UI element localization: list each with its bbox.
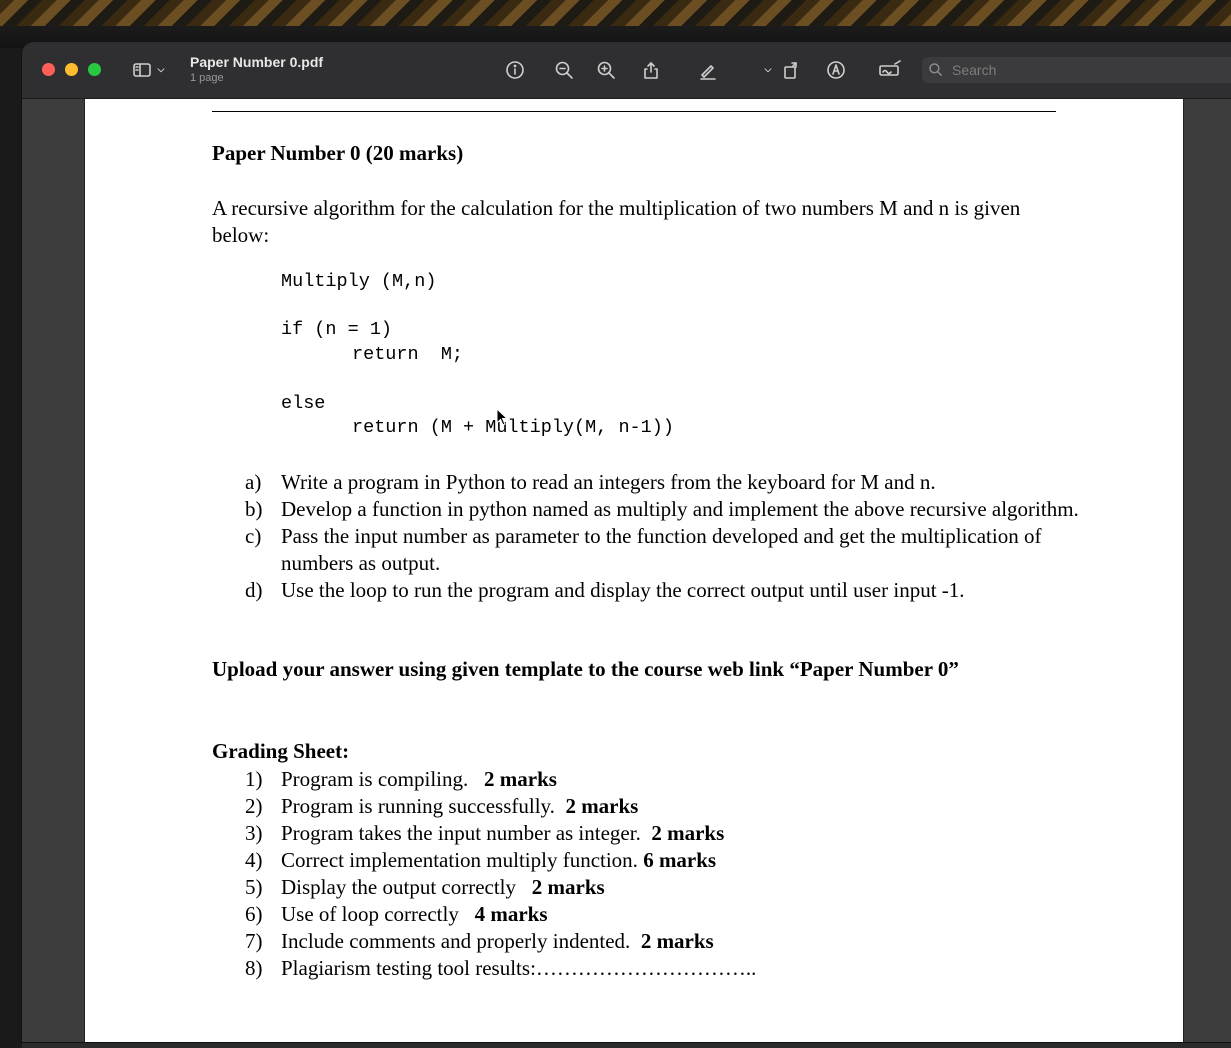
- item-label: 2): [245, 794, 263, 818]
- item-text: Use of loop correctly: [281, 902, 459, 926]
- code-line: if (n = 1): [281, 319, 393, 340]
- item-text: Program is compiling.: [281, 767, 469, 791]
- pdf-page: Paper Number 0 (20 marks) A recursive al…: [84, 99, 1184, 1042]
- grading-list: 1) Program is compiling. 2 marks 2) Prog…: [245, 766, 1085, 982]
- item-text: Plagiarism testing tool results:………………………: [281, 956, 757, 980]
- rotate-icon[interactable]: [777, 56, 805, 84]
- item-label: 6): [245, 902, 263, 926]
- share-icon[interactable]: [637, 56, 665, 84]
- document-page-count: 1 page: [190, 72, 224, 84]
- item-marks: 6 marks: [643, 848, 717, 872]
- intro-paragraph: A recursive algorithm for the calculatio…: [212, 196, 1021, 247]
- zoom-in-icon[interactable]: [592, 56, 620, 84]
- list-item: 3) Program takes the input number as int…: [245, 820, 1085, 847]
- chevron-down-icon[interactable]: [760, 56, 776, 84]
- zoom-out-icon[interactable]: [550, 56, 578, 84]
- list-item: 7) Include comments and properly indente…: [245, 928, 1085, 955]
- item-label: 1): [245, 767, 263, 791]
- item-label: c): [245, 524, 262, 548]
- item-marks: 2 marks: [531, 875, 605, 899]
- minimize-window-button[interactable]: [65, 63, 78, 76]
- list-item: b) Develop a function in python named as…: [245, 496, 1085, 523]
- header-rule: [212, 111, 1056, 112]
- list-item: 6) Use of loop correctly 4 marks: [245, 901, 1085, 928]
- item-label: 3): [245, 821, 263, 845]
- highlight-pen-icon[interactable]: [694, 56, 722, 84]
- item-text: Develop a function in python named as mu…: [281, 497, 1079, 521]
- list-item: 4) Correct implementation multiply funct…: [245, 847, 1085, 874]
- search-input[interactable]: [950, 61, 1231, 79]
- item-text: Write a program in Python to read an int…: [281, 470, 936, 494]
- code-line: else: [281, 393, 326, 414]
- zoom-window-button[interactable]: [88, 63, 101, 76]
- list-item: 1) Program is compiling. 2 marks: [245, 766, 1085, 793]
- item-marks: 2 marks: [484, 767, 557, 791]
- document-title: Paper Number 0.pdf: [190, 54, 324, 70]
- item-marks: 2 marks: [651, 821, 725, 845]
- close-window-button[interactable]: [42, 63, 55, 76]
- item-label: a): [245, 470, 262, 494]
- item-text: Correct implementation multiply function…: [281, 848, 638, 872]
- item-label: b): [245, 497, 263, 521]
- document-view[interactable]: Paper Number 0 (20 marks) A recursive al…: [22, 99, 1231, 1042]
- list-item: c) Pass the input number as parameter to…: [245, 523, 1085, 577]
- title-bar[interactable]: Paper Number 0.pdf 1 page: [22, 42, 1231, 99]
- sidebar-icon[interactable]: [128, 56, 156, 84]
- item-text: Display the output correctly: [281, 875, 517, 899]
- upload-instruction: Upload your answer using given template …: [212, 657, 959, 681]
- item-label: 8): [245, 956, 263, 980]
- desktop-wallpaper: [0, 0, 1231, 48]
- item-text: Use the loop to run the program and disp…: [281, 578, 965, 602]
- item-marks: 4 marks: [474, 902, 548, 926]
- code-line: Multiply (M,n): [281, 271, 437, 292]
- item-label: 5): [245, 875, 263, 899]
- list-item: a) Write a program in Python to read an …: [245, 469, 1085, 496]
- desktop-edge: [0, 48, 22, 1048]
- item-text: Pass the input number as parameter to th…: [281, 524, 1042, 575]
- list-item: d) Use the loop to run the program and d…: [245, 577, 1085, 604]
- preview-window: Paper Number 0.pdf 1 page Search Paper N…: [22, 42, 1231, 1042]
- markup-icon[interactable]: [822, 56, 850, 84]
- item-text: Include comments and properly indented.: [281, 929, 631, 953]
- chevron-down-icon[interactable]: [153, 56, 169, 84]
- item-text: Program is running successfully.: [281, 794, 555, 818]
- list-item: 2) Program is running successfully. 2 ma…: [245, 793, 1085, 820]
- code-line: return (M + Multiply(M, n-1)): [352, 417, 674, 438]
- item-marks: 2 marks: [565, 794, 639, 818]
- item-label: 4): [245, 848, 263, 872]
- search-field[interactable]: [922, 57, 1231, 83]
- list-item: 8) Plagiarism testing tool results:………………: [245, 955, 1085, 982]
- item-text: Program takes the input number as intege…: [281, 821, 641, 845]
- item-marks: 2 marks: [640, 929, 714, 953]
- code-line: return M;: [352, 344, 464, 365]
- search-icon: [928, 59, 950, 81]
- paper-heading: Paper Number 0 (20 marks): [212, 141, 464, 165]
- info-icon[interactable]: [501, 56, 529, 84]
- mouse-cursor-icon: [496, 408, 509, 426]
- question-list: a) Write a program in Python to read an …: [245, 469, 1085, 604]
- sign-icon[interactable]: [874, 56, 906, 84]
- item-label: d): [245, 578, 263, 602]
- item-label: 7): [245, 929, 263, 953]
- grading-sheet-title: Grading Sheet:: [212, 739, 350, 763]
- list-item: 5) Display the output correctly 2 marks: [245, 874, 1085, 901]
